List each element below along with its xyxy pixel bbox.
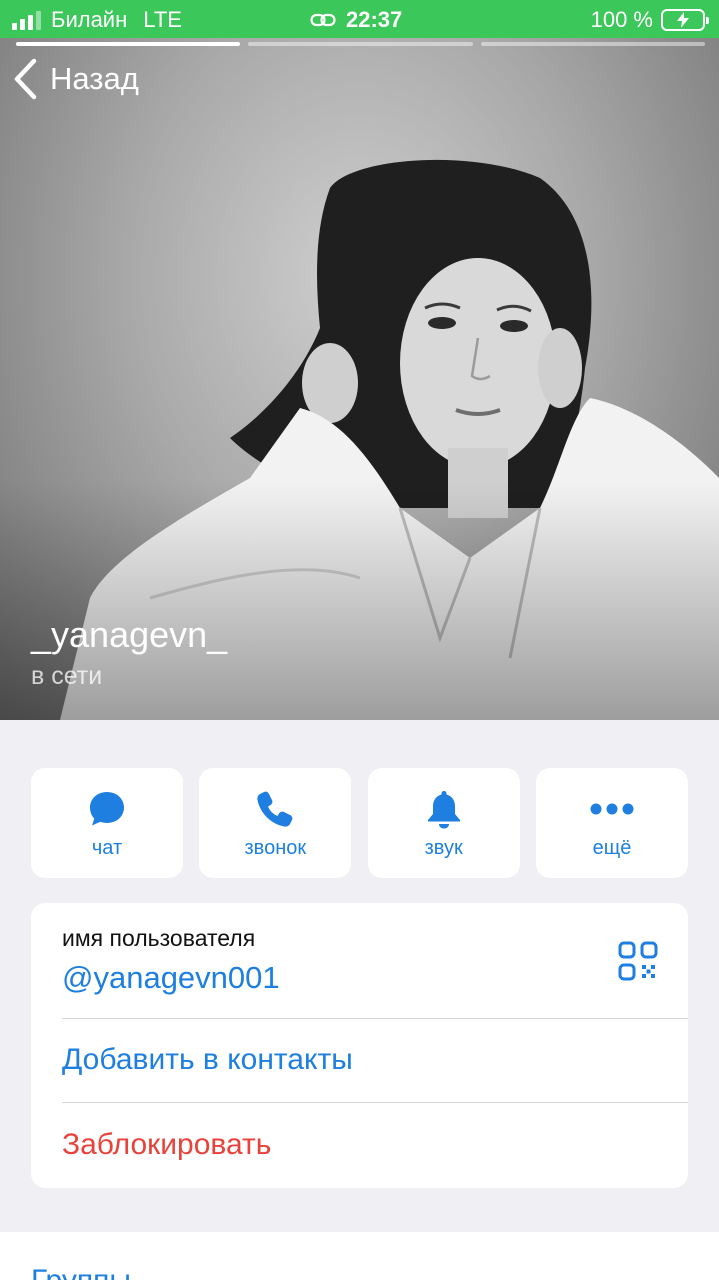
call-label: звонок bbox=[244, 836, 307, 859]
info-card: имя пользователя @yanagevn001 Добавить в… bbox=[31, 903, 688, 1188]
more-label: ещё bbox=[592, 836, 632, 859]
charging-bolt-icon bbox=[677, 12, 689, 28]
sound-label: звук bbox=[424, 836, 463, 859]
network-type: LTE bbox=[143, 7, 182, 32]
battery-icon bbox=[661, 9, 709, 31]
chat-button[interactable]: чат bbox=[31, 768, 183, 878]
story-segment bbox=[16, 42, 241, 46]
story-progress bbox=[16, 42, 705, 46]
username-label: имя пользователя bbox=[62, 925, 256, 951]
profile-photo[interactable]: Назад _yanagevn_ в сети bbox=[0, 38, 719, 720]
status-bar: Билайн LTE 22:37 100 % bbox=[0, 0, 719, 38]
divider bbox=[62, 1018, 688, 1019]
back-label: Назад bbox=[50, 61, 139, 96]
profile-status: в сети bbox=[31, 662, 103, 690]
status-right: 100 % bbox=[590, 7, 709, 33]
username-value[interactable]: @yanagevn001 bbox=[62, 960, 280, 996]
sound-button[interactable]: звук bbox=[367, 768, 520, 878]
chat-label: чат bbox=[91, 836, 123, 859]
status-time: 22:37 bbox=[346, 7, 403, 32]
block-button[interactable]: Заблокировать bbox=[62, 1128, 271, 1162]
profile-name: _yanagevn_ bbox=[31, 614, 228, 655]
divider bbox=[62, 1102, 688, 1103]
story-segment bbox=[248, 42, 473, 46]
carrier-name: Билайн bbox=[51, 7, 128, 32]
status-center: 22:37 bbox=[310, 7, 402, 33]
bell-icon bbox=[427, 790, 460, 828]
call-button[interactable]: звонок bbox=[199, 768, 352, 878]
more-dots-icon bbox=[590, 803, 634, 814]
phone-icon bbox=[257, 791, 293, 827]
chevron-left-icon bbox=[14, 58, 37, 100]
action-bar: чат звонок звук ещё bbox=[31, 768, 688, 878]
more-button[interactable]: ещё bbox=[535, 768, 688, 878]
chat-bubble-icon bbox=[90, 791, 124, 825]
username-row[interactable]: имя пользователя @yanagevn001 bbox=[62, 925, 280, 996]
signal-icon bbox=[12, 10, 41, 30]
link-icon bbox=[310, 13, 336, 27]
battery-percent: 100 % bbox=[590, 7, 653, 32]
status-left: Билайн LTE bbox=[12, 7, 182, 33]
qr-code-icon[interactable] bbox=[618, 941, 658, 981]
story-segment bbox=[480, 42, 705, 46]
groups-section: Группы bbox=[0, 1232, 719, 1280]
back-button[interactable]: Назад bbox=[12, 58, 139, 100]
groups-tab[interactable]: Группы bbox=[31, 1264, 131, 1280]
add-contact-button[interactable]: Добавить в контакты bbox=[62, 1043, 353, 1077]
